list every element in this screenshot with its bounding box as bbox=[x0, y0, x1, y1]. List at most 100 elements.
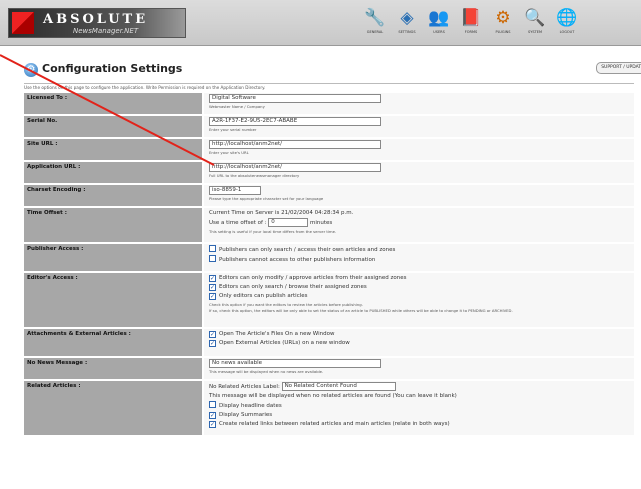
site-url-input[interactable]: http://localhost/anm2net/ bbox=[209, 140, 381, 149]
field-note: Enter your serial number bbox=[209, 127, 257, 132]
row-charset: Charset Encoding : iso-8859-1 Please typ… bbox=[24, 185, 634, 206]
option-text: Display headline dates bbox=[219, 403, 282, 409]
nav-label: GENERAL bbox=[366, 30, 384, 34]
field-value: Publishers can only search / access thei… bbox=[204, 244, 634, 271]
main-nav: 🔧 GENERAL ◈ SETTINGS 👥 USERS 📕 FORMS ⚙ P… bbox=[360, 4, 630, 44]
create-related-links-checkbox[interactable] bbox=[209, 421, 216, 428]
option-text: Only editors can publish articles bbox=[219, 293, 308, 299]
row-site-url: Site URL : http://localhost/anm2net/ Ent… bbox=[24, 139, 634, 160]
field-value: Current Time on Server is 21/02/2004 04:… bbox=[204, 208, 634, 242]
option-text: Open External Articles (URLs) on a new w… bbox=[219, 340, 350, 346]
wrench-icon: 🔧 bbox=[364, 8, 386, 28]
diamond-icon: ◈ bbox=[400, 8, 414, 28]
publisher-option-1: Publishers can only search / access thei… bbox=[209, 245, 629, 255]
publisher-option-2: Publishers cannot access to other publis… bbox=[209, 255, 629, 265]
serial-number-input[interactable]: A2R-1F37-E2-9U5-2EC7-ABABE bbox=[209, 117, 381, 126]
nav-users[interactable]: 👥 USERS bbox=[424, 4, 454, 44]
page-title: Configuration Settings bbox=[42, 62, 183, 75]
open-files-new-window-checkbox[interactable] bbox=[209, 331, 216, 338]
display-headline-dates-checkbox[interactable] bbox=[209, 401, 216, 408]
field-note: This message will be displayed when no n… bbox=[209, 369, 324, 374]
field-note: This setting is useful if your local tim… bbox=[209, 229, 337, 234]
option-text: Publishers can only search / access thei… bbox=[219, 247, 396, 253]
time-offset-prefix: Use a time offset of : bbox=[209, 220, 267, 226]
publisher-no-others-checkbox[interactable] bbox=[209, 255, 216, 262]
field-value: Editors can only modify / approve articl… bbox=[204, 273, 634, 327]
nav-label: LOGOUT bbox=[559, 30, 575, 34]
field-note: If so, check this option, the editors wi… bbox=[209, 308, 513, 313]
document-icon: 📕 bbox=[460, 8, 482, 28]
field-note: Full URL to the absolutenewsmanager dire… bbox=[209, 173, 300, 178]
nav-logout[interactable]: 🌐 LOGOUT bbox=[552, 4, 582, 44]
field-note: Please type the appropriate character se… bbox=[209, 196, 324, 201]
row-licensed-to: Licensed To : Digital Software Webmaster… bbox=[24, 93, 634, 114]
editor-search-zones-checkbox[interactable] bbox=[209, 284, 216, 291]
magnifier-icon: 🔍 bbox=[524, 8, 546, 28]
logo-subtitle: NewsManager.NET bbox=[73, 27, 139, 35]
field-value: iso-8859-1 Please type the appropriate c… bbox=[204, 185, 634, 206]
open-external-new-window-checkbox[interactable] bbox=[209, 340, 216, 347]
app-logo[interactable]: ABSOLUTE NewsManager.NET bbox=[8, 8, 186, 38]
display-summaries-checkbox[interactable] bbox=[209, 412, 216, 419]
field-label: Licensed To : bbox=[24, 93, 202, 114]
editor-publish-checkbox[interactable] bbox=[209, 293, 216, 300]
server-time-text: Current Time on Server is 21/02/2004 04:… bbox=[209, 210, 354, 216]
time-offset-line: Use a time offset of : 0 minutes bbox=[209, 218, 629, 228]
nav-label: FORMS bbox=[464, 30, 478, 34]
time-offset-suffix: minutes bbox=[310, 220, 333, 226]
option-text: Editors can only modify / approve articl… bbox=[219, 275, 407, 281]
logo-text: ABSOLUTE bbox=[43, 12, 149, 27]
field-note: Check this option if you want the editor… bbox=[209, 302, 363, 307]
licensed-to-input[interactable]: Digital Software bbox=[209, 94, 381, 103]
nav-label: SETTINGS bbox=[398, 30, 416, 34]
application-url-input[interactable]: http://localhost/anm2net/ bbox=[209, 163, 381, 172]
editor-option-3: Only editors can publish articles bbox=[209, 292, 629, 301]
related-option-2: Display Summaries bbox=[209, 411, 629, 420]
time-offset-input[interactable]: 0 bbox=[268, 218, 309, 227]
charset-input[interactable]: iso-8859-1 bbox=[209, 186, 261, 195]
option-text: Display Summaries bbox=[219, 412, 273, 418]
field-value: Open The Article's Files On a new Window… bbox=[204, 329, 634, 356]
field-value: A2R-1F37-E2-9U5-2EC7-ABABE Enter your se… bbox=[204, 116, 634, 137]
field-label: Editor's Access : bbox=[24, 273, 202, 327]
support-updates-button[interactable]: SUPPORT / UPDATES bbox=[596, 62, 641, 74]
nav-forms[interactable]: 📕 FORMS bbox=[456, 4, 486, 44]
nav-system[interactable]: 🔍 SYSTEM bbox=[520, 4, 550, 44]
nav-label: USERS bbox=[433, 30, 445, 34]
field-label: Attachments & External Articles : bbox=[24, 329, 202, 356]
field-label: Serial No. bbox=[24, 116, 202, 137]
option-text: Editors can only search / browse their a… bbox=[219, 284, 367, 290]
row-attachments: Attachments & External Articles : Open T… bbox=[24, 329, 634, 356]
related-message: This message will be displayed when no r… bbox=[209, 393, 457, 399]
field-label: Charset Encoding : bbox=[24, 185, 202, 206]
field-label: Publisher Access : bbox=[24, 244, 202, 271]
attachment-option-1: Open The Article's Files On a new Window bbox=[209, 330, 629, 339]
top-header: ABSOLUTE NewsManager.NET 🔧 GENERAL ◈ SET… bbox=[0, 0, 641, 46]
row-time-offset: Time Offset : Current Time on Server is … bbox=[24, 208, 634, 242]
field-value: No Related Articles Label: No Related Co… bbox=[204, 381, 634, 435]
nav-settings[interactable]: ◈ SETTINGS bbox=[392, 4, 422, 44]
editor-assigned-zones-checkbox[interactable] bbox=[209, 275, 216, 282]
row-publisher-access: Publisher Access : Publishers can only s… bbox=[24, 244, 634, 271]
no-related-label-input[interactable]: No Related Content Found bbox=[281, 382, 396, 391]
row-editors-access: Editor's Access : Editors can only modif… bbox=[24, 273, 634, 327]
settings-globe-icon: ⚙ bbox=[24, 63, 38, 77]
page-hint: Use the options on this page to configur… bbox=[24, 83, 634, 91]
attachment-option-2: Open External Articles (URLs) on a new w… bbox=[209, 339, 629, 348]
row-application-url: Application URL : http://localhost/anm2n… bbox=[24, 162, 634, 183]
field-note: Webmaster Name / Company bbox=[209, 104, 265, 109]
field-value: No news available This message will be d… bbox=[204, 358, 634, 379]
editor-option-2: Editors can only search / browse their a… bbox=[209, 283, 629, 292]
users-icon: 👥 bbox=[428, 8, 450, 28]
related-option-1: Display headline dates bbox=[209, 401, 629, 411]
field-value: http://localhost/anm2net/ Full URL to th… bbox=[204, 162, 634, 183]
title-bar: ⚙ Configuration Settings SUPPORT / UPDAT… bbox=[24, 62, 641, 82]
nav-label: PLUGINS bbox=[495, 30, 511, 34]
nav-general[interactable]: 🔧 GENERAL bbox=[360, 4, 390, 44]
option-text: Open The Article's Files On a new Window bbox=[219, 331, 335, 337]
nav-plugins[interactable]: ⚙ PLUGINS bbox=[488, 4, 518, 44]
publisher-own-articles-checkbox[interactable] bbox=[209, 245, 216, 252]
field-label: Time Offset : bbox=[24, 208, 202, 242]
field-label: No News Message : bbox=[24, 358, 202, 379]
no-news-message-input[interactable]: No news available bbox=[209, 359, 381, 368]
